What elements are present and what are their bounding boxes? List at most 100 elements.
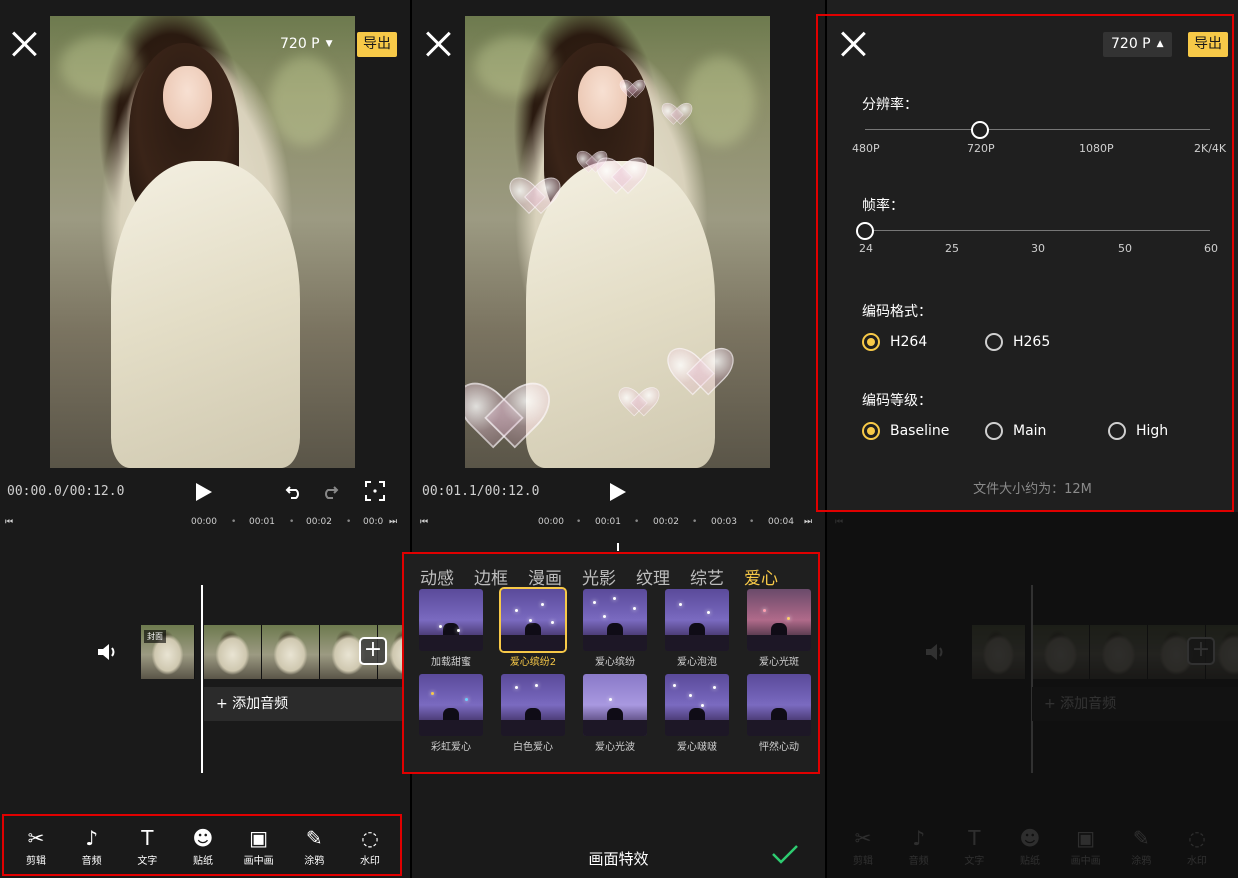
framerate-label: 帧率： bbox=[862, 198, 904, 214]
bottom-toolbar: ✂ 剪辑 ♪ 音频 T 文字 ☻ 贴纸 ▣ 画中画 ✎ 涂鸦 ◌ 水印 bbox=[4, 816, 402, 874]
tool-text[interactable]: T 文字 bbox=[121, 816, 173, 874]
timeline[interactable]: 封面 + + 添加音频 bbox=[0, 540, 410, 800]
close-icon[interactable] bbox=[839, 30, 867, 58]
file-size-estimate: 文件大小约为：12M bbox=[973, 482, 1092, 497]
effect-item[interactable]: 加载甜蜜 bbox=[410, 589, 492, 668]
effect-thumbnail bbox=[501, 674, 565, 736]
tool-audio[interactable]: ♪ 音频 bbox=[66, 816, 118, 874]
editor-panel: 720 P ▼ 导出 00:00.0/00:12.0 ⏮ 00:00 • 00:0… bbox=[0, 0, 410, 878]
resolution-slider-knob[interactable] bbox=[970, 121, 989, 139]
tool-cut[interactable]: ✂ 剪辑 bbox=[10, 816, 62, 874]
radio-h264[interactable]: H264 bbox=[862, 333, 927, 351]
tab-light[interactable]: 光影 bbox=[582, 564, 616, 589]
effect-thumbnail bbox=[419, 589, 483, 651]
effect-name: 爱心光波 bbox=[595, 742, 635, 753]
effect-category-tabs: 动感 边框 漫画 光影 纹理 综艺 爱心 bbox=[420, 564, 778, 589]
skip-start-icon[interactable]: ⏮ bbox=[5, 517, 13, 527]
framerate-slider-track[interactable] bbox=[865, 230, 1210, 231]
effect-thumbnail bbox=[499, 587, 567, 653]
effect-item[interactable]: 彩虹爱心 bbox=[410, 674, 492, 753]
effect-name: 怦然心动 bbox=[759, 742, 799, 753]
skip-start-icon[interactable]: ⏮ bbox=[420, 517, 428, 527]
tab-heart[interactable]: 爱心 bbox=[744, 564, 778, 589]
radio-main[interactable]: Main bbox=[985, 422, 1046, 440]
effect-item[interactable]: 爱心泡泡 bbox=[656, 589, 738, 668]
radio-empty-icon bbox=[1108, 422, 1126, 440]
heart-sticker bbox=[668, 103, 692, 125]
tool-watermark[interactable]: ◌ 水印 bbox=[344, 816, 396, 874]
effect-item[interactable]: 爱心缤纷 bbox=[574, 589, 656, 668]
tool-label: 文字 bbox=[137, 856, 158, 867]
radio-label: Main bbox=[1013, 423, 1047, 439]
scissors-icon: ✂ bbox=[27, 826, 45, 850]
export-settings-screen: ⏮ + + 添加音频 ✂ 剪辑 ♪ 音频 T 文字 ☻ 贴纸 ▣ 画中画 ✎ 涂鸦 ◌ 水印 … bbox=[827, 0, 1238, 878]
pip-icon: ▣ bbox=[249, 826, 269, 850]
fullscreen-icon[interactable] bbox=[365, 481, 385, 501]
chevron-up-icon: ▲ bbox=[1156, 39, 1164, 49]
tool-label: 剪辑 bbox=[26, 856, 46, 867]
effect-item[interactable]: 爱心光斑 bbox=[738, 589, 820, 668]
video-preview[interactable] bbox=[412, 16, 825, 471]
resolution-dropdown[interactable]: 720 P ▲ bbox=[1103, 32, 1172, 57]
effect-item[interactable]: 白色爱心 bbox=[492, 674, 574, 753]
close-icon[interactable] bbox=[10, 30, 38, 58]
effect-item[interactable]: 爱心光波 bbox=[574, 674, 656, 753]
confirm-check-icon[interactable] bbox=[771, 844, 799, 864]
resolution-dropdown[interactable]: 720 P ▼ bbox=[272, 32, 341, 57]
add-clip-button[interactable]: + bbox=[359, 637, 387, 665]
tab-variety[interactable]: 综艺 bbox=[690, 564, 724, 589]
tab-border[interactable]: 边框 bbox=[474, 564, 508, 589]
effect-name: 爱心泡泡 bbox=[677, 657, 717, 668]
heart-sticker bbox=[607, 158, 647, 194]
tab-texture[interactable]: 纹理 bbox=[636, 564, 670, 589]
add-audio-button[interactable]: + 添加音频 bbox=[204, 687, 410, 721]
ruler-tick: 00:00 bbox=[191, 517, 217, 527]
tool-sticker[interactable]: ☻ 贴纸 bbox=[177, 816, 229, 874]
play-icon[interactable] bbox=[196, 483, 212, 501]
tool-label: 涂鸦 bbox=[304, 856, 325, 867]
effect-name: 爱心缤纷 bbox=[595, 657, 635, 668]
effect-item[interactable]: 怦然心动 bbox=[738, 674, 820, 753]
effect-name: 爱心缤纷2 bbox=[509, 657, 557, 668]
tab-comic[interactable]: 漫画 bbox=[528, 564, 562, 589]
music-note-icon: ♪ bbox=[85, 826, 99, 850]
export-settings-sheet: 720 P ▲ 导出 分辨率： 480P 720P 1080P 2K/4K 帧率：… bbox=[827, 0, 1238, 512]
ruler-tick: 00:04 bbox=[768, 517, 794, 527]
doodle-icon: ✎ bbox=[305, 826, 323, 850]
cover-label: 封面 bbox=[144, 630, 166, 643]
playback-time: 00:00.0/00:12.0 bbox=[7, 484, 125, 499]
play-icon[interactable] bbox=[610, 483, 626, 501]
export-button[interactable]: 导出 bbox=[357, 32, 397, 57]
radio-baseline[interactable]: Baseline bbox=[862, 422, 949, 440]
resolution-slider-track[interactable] bbox=[865, 129, 1210, 130]
time-ruler[interactable]: ⏮ 00:00 • 00:01 • 00:02 • 00:03 • 00:04 … bbox=[412, 514, 825, 532]
text-icon: T bbox=[141, 826, 154, 850]
redo-icon[interactable] bbox=[321, 482, 339, 500]
tab-dynamic[interactable]: 动感 bbox=[420, 564, 454, 589]
heart-sticker bbox=[681, 349, 733, 396]
smiley-icon: ☻ bbox=[192, 826, 214, 850]
effects-picker: 动感 边框 漫画 光影 纹理 综艺 爱心 加载甜蜜 爱心缤纷2 爱心缤纷 爱心泡… bbox=[404, 554, 820, 774]
radio-h265[interactable]: H265 bbox=[985, 333, 1050, 351]
resolution-tick: 2K/4K bbox=[1194, 142, 1227, 155]
undo-icon[interactable] bbox=[285, 482, 303, 500]
framerate-tick: 50 bbox=[1118, 242, 1132, 255]
radio-high[interactable]: High bbox=[1108, 422, 1168, 440]
framerate-slider-knob[interactable] bbox=[856, 222, 874, 240]
export-button[interactable]: 导出 bbox=[1188, 32, 1228, 57]
playhead[interactable] bbox=[617, 543, 619, 551]
tool-pip[interactable]: ▣ 画中画 bbox=[233, 816, 285, 874]
video-preview[interactable] bbox=[0, 16, 410, 471]
effect-item-selected[interactable]: 爱心缤纷2 bbox=[492, 587, 574, 668]
skip-end-icon[interactable]: ⏭ bbox=[389, 517, 397, 527]
skip-end-icon[interactable]: ⏭ bbox=[804, 517, 812, 527]
effect-item[interactable]: 爱心啵啵 bbox=[656, 674, 738, 753]
speaker-icon[interactable] bbox=[96, 641, 118, 663]
playhead[interactable] bbox=[201, 585, 203, 773]
time-ruler[interactable]: ⏮ 00:00 • 00:01 • 00:02 • 00:0 ⏭ bbox=[0, 514, 410, 532]
close-icon[interactable] bbox=[424, 30, 452, 58]
profile-label: 编码等级： bbox=[862, 393, 932, 409]
tool-doodle[interactable]: ✎ 涂鸦 bbox=[288, 816, 340, 874]
effect-name: 彩虹爱心 bbox=[431, 742, 471, 753]
resolution-tick: 1080P bbox=[1079, 142, 1114, 155]
